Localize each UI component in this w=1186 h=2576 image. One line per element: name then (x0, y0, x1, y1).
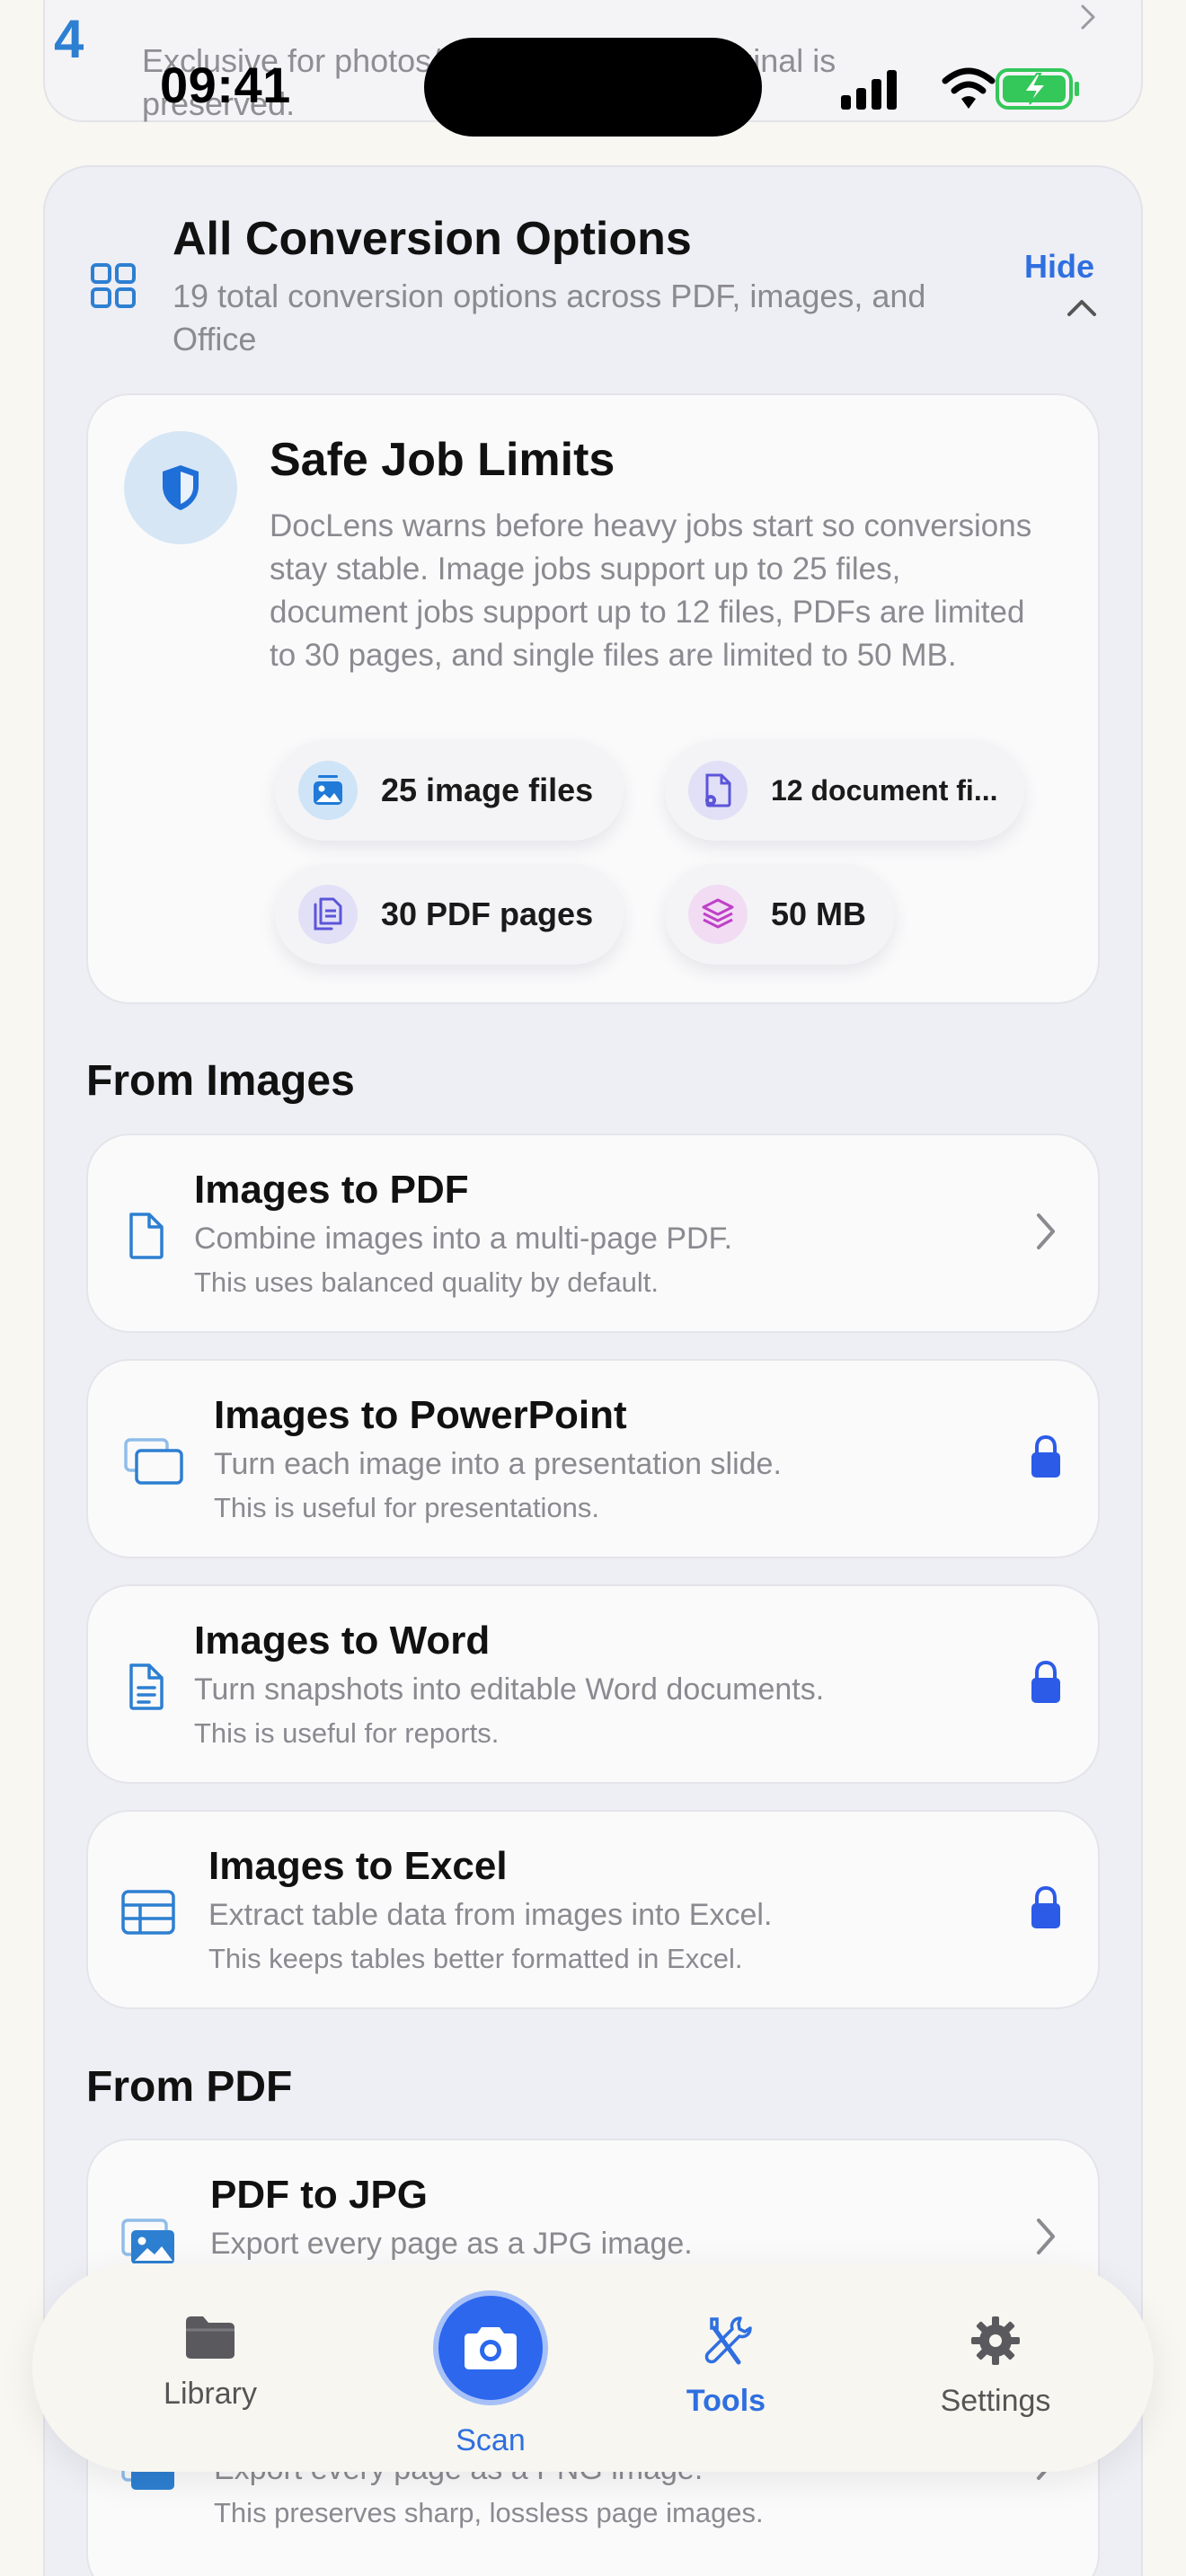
option-images-to-excel[interactable]: Images to Excel Extract table data from … (86, 1810, 1100, 2009)
document-gear-icon (688, 761, 748, 820)
limits-description: DocLens warns before heavy jobs start so… (270, 508, 1032, 673)
option-title: Images to Word (194, 1619, 491, 1663)
tab-library[interactable]: Library (111, 2314, 309, 2412)
option-title: Images to PowerPoint (214, 1393, 627, 1437)
option-note: This is useful for reports. (194, 1717, 500, 1749)
tab-settings[interactable]: Settings (897, 2314, 1094, 2419)
option-note: This is useful for presentations. (214, 1492, 600, 1523)
pages-icon (298, 885, 358, 944)
limit-chip-pages: 30 PDF pages (275, 864, 624, 965)
limit-chip-label: 12 document fi... (771, 773, 998, 807)
text-document-icon (129, 1663, 164, 1710)
document-icon (129, 1213, 164, 1259)
chevron-up-icon[interactable] (1066, 296, 1098, 318)
chevron-right-icon (1026, 2212, 1066, 2261)
tab-bar: Library Scan Tools Settings (32, 2263, 1154, 2472)
number-four-icon: 4 (54, 9, 84, 69)
option-note: This uses balanced quality by default. (194, 1266, 659, 1298)
option-description: Turn snapshots into editable Word docume… (194, 1672, 825, 1707)
option-description: Export every page as a JPG image. (210, 2227, 693, 2261)
tab-label: Settings (940, 2384, 1051, 2418)
wifi-icon (942, 67, 996, 109)
panel-title: All Conversion Options (173, 213, 692, 265)
folder-icon (186, 2316, 235, 2359)
status-time: 09:41 (160, 57, 291, 113)
photos-icon (121, 2219, 174, 2264)
tab-label-scan[interactable]: Scan (392, 2423, 589, 2458)
hide-button[interactable]: Hide (1024, 248, 1094, 286)
option-note: This keeps tables better formatted in Ex… (208, 1943, 743, 1974)
gear-icon (971, 2316, 1020, 2365)
option-images-to-word[interactable]: Images to Word Turn snapshots into edita… (86, 1584, 1100, 1784)
dynamic-island (424, 38, 762, 137)
tools-icon (704, 2316, 752, 2365)
shield-badge (124, 431, 237, 544)
table-icon (121, 1890, 175, 1935)
layers-icon (688, 885, 748, 944)
limit-chip-label: 30 PDF pages (381, 895, 594, 932)
limits-title: Safe Job Limits (270, 434, 615, 486)
limit-chip-images: 25 image files (275, 740, 624, 841)
lock-icon (1026, 1433, 1066, 1481)
option-note: This preserves sharp, lossless page imag… (214, 2497, 764, 2528)
slides-icon (124, 1438, 183, 1485)
tab-label: Library (164, 2377, 257, 2411)
battery-charging-icon (996, 68, 1079, 110)
grid-icon (91, 263, 136, 308)
option-description: Combine images into a multi-page PDF. (194, 1222, 733, 1256)
option-images-to-powerpoint[interactable]: Images to PowerPoint Turn each image int… (86, 1359, 1100, 1558)
image-icon (298, 761, 358, 820)
status-icons (841, 67, 1079, 110)
option-images-to-pdf[interactable]: Images to PDF Combine images into a mult… (86, 1134, 1100, 1333)
chevron-right-icon (1081, 4, 1095, 30)
option-title: Images to PDF (194, 1168, 469, 1212)
shield-icon (163, 465, 199, 510)
panel-subtitle: 19 total conversion options across PDF, … (173, 278, 926, 357)
limit-chip-label: 25 image files (381, 772, 594, 808)
option-description: Extract table data from images into Exce… (208, 1898, 773, 1932)
chevron-right-icon (1026, 1207, 1066, 1256)
cellular-signal-icon (841, 70, 897, 110)
option-title: PDF to JPG (210, 2173, 429, 2217)
section-heading-from-pdf: From PDF (86, 2063, 293, 2111)
limit-chip-label: 50 MB (771, 895, 867, 932)
tab-label: Tools (686, 2384, 766, 2418)
limit-chip-documents: 12 document fi... (665, 740, 1024, 841)
section-heading-from-images: From Images (86, 1057, 355, 1105)
lock-icon (1026, 1658, 1066, 1707)
limit-chip-size: 50 MB (665, 864, 895, 965)
camera-icon (465, 2327, 517, 2369)
tab-tools[interactable]: Tools (627, 2314, 825, 2419)
option-description: Turn each image into a presentation slid… (214, 1447, 782, 1481)
option-title: Images to Excel (208, 1844, 508, 1888)
scan-button[interactable] (433, 2290, 548, 2405)
lock-icon (1026, 1883, 1066, 1932)
